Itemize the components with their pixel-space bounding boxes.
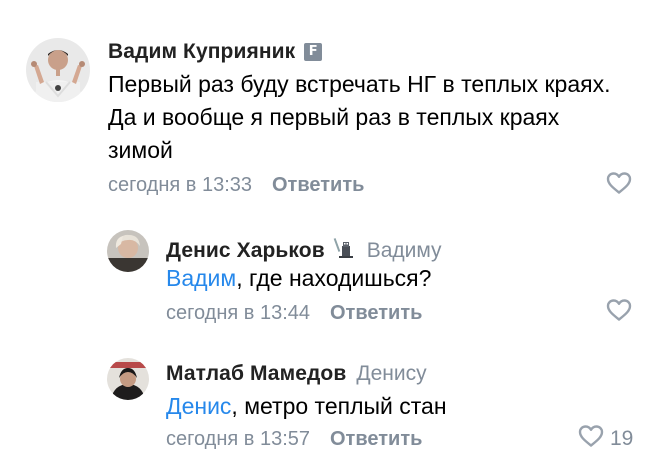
heart-icon — [606, 298, 632, 327]
like-button[interactable] — [606, 171, 632, 200]
avatar[interactable] — [107, 358, 149, 400]
heart-icon — [606, 171, 632, 200]
avatar[interactable] — [107, 230, 149, 272]
mention-link[interactable]: Вадим — [166, 265, 236, 291]
comment-body: , метро теплый стан — [231, 393, 447, 419]
reply-button[interactable]: Ответить — [272, 174, 364, 196]
mention-link[interactable]: Денис — [166, 393, 231, 419]
reply-button[interactable]: Ответить — [330, 428, 422, 450]
avatar[interactable] — [26, 38, 90, 102]
reply-button[interactable]: Ответить — [330, 302, 422, 324]
comment-reply: Матлаб Мамедов Денису Денис, метро теплы… — [0, 340, 660, 462]
comment-text: Первый раз буду встречать НГ в теплых кр… — [108, 71, 611, 163]
author-name[interactable]: Денис Харьков — [166, 239, 325, 263]
comment: Вадим Куприяник F Первый раз буду встреч… — [0, 0, 660, 210]
reply-to-label[interactable]: Вадиму — [367, 239, 442, 263]
reply-to-label[interactable]: Денису — [356, 362, 426, 386]
like-count: 19 — [610, 426, 634, 450]
badge-letter: F — [308, 44, 318, 59]
badge-f-icon: F — [304, 43, 323, 61]
game-character-icon — [333, 236, 357, 265]
comment-reply: Денис Харьков Вадиму Вадим, где находишь… — [0, 210, 660, 340]
timestamp: сегодня в 13:44 — [166, 302, 310, 324]
timestamp: сегодня в 13:57 — [166, 428, 310, 450]
like-button[interactable]: 19 — [578, 424, 633, 453]
author-name[interactable]: Вадим Куприяник — [108, 40, 295, 64]
comment-text: Денис, метро теплый стан — [166, 390, 636, 423]
comment-text: Вадим, где находишься? — [166, 262, 636, 295]
like-button[interactable] — [606, 298, 632, 327]
timestamp: сегодня в 13:33 — [108, 174, 252, 196]
author-name[interactable]: Матлаб Мамедов — [166, 362, 346, 386]
comment-body: , где находишься? — [236, 265, 432, 291]
heart-icon — [578, 424, 604, 453]
